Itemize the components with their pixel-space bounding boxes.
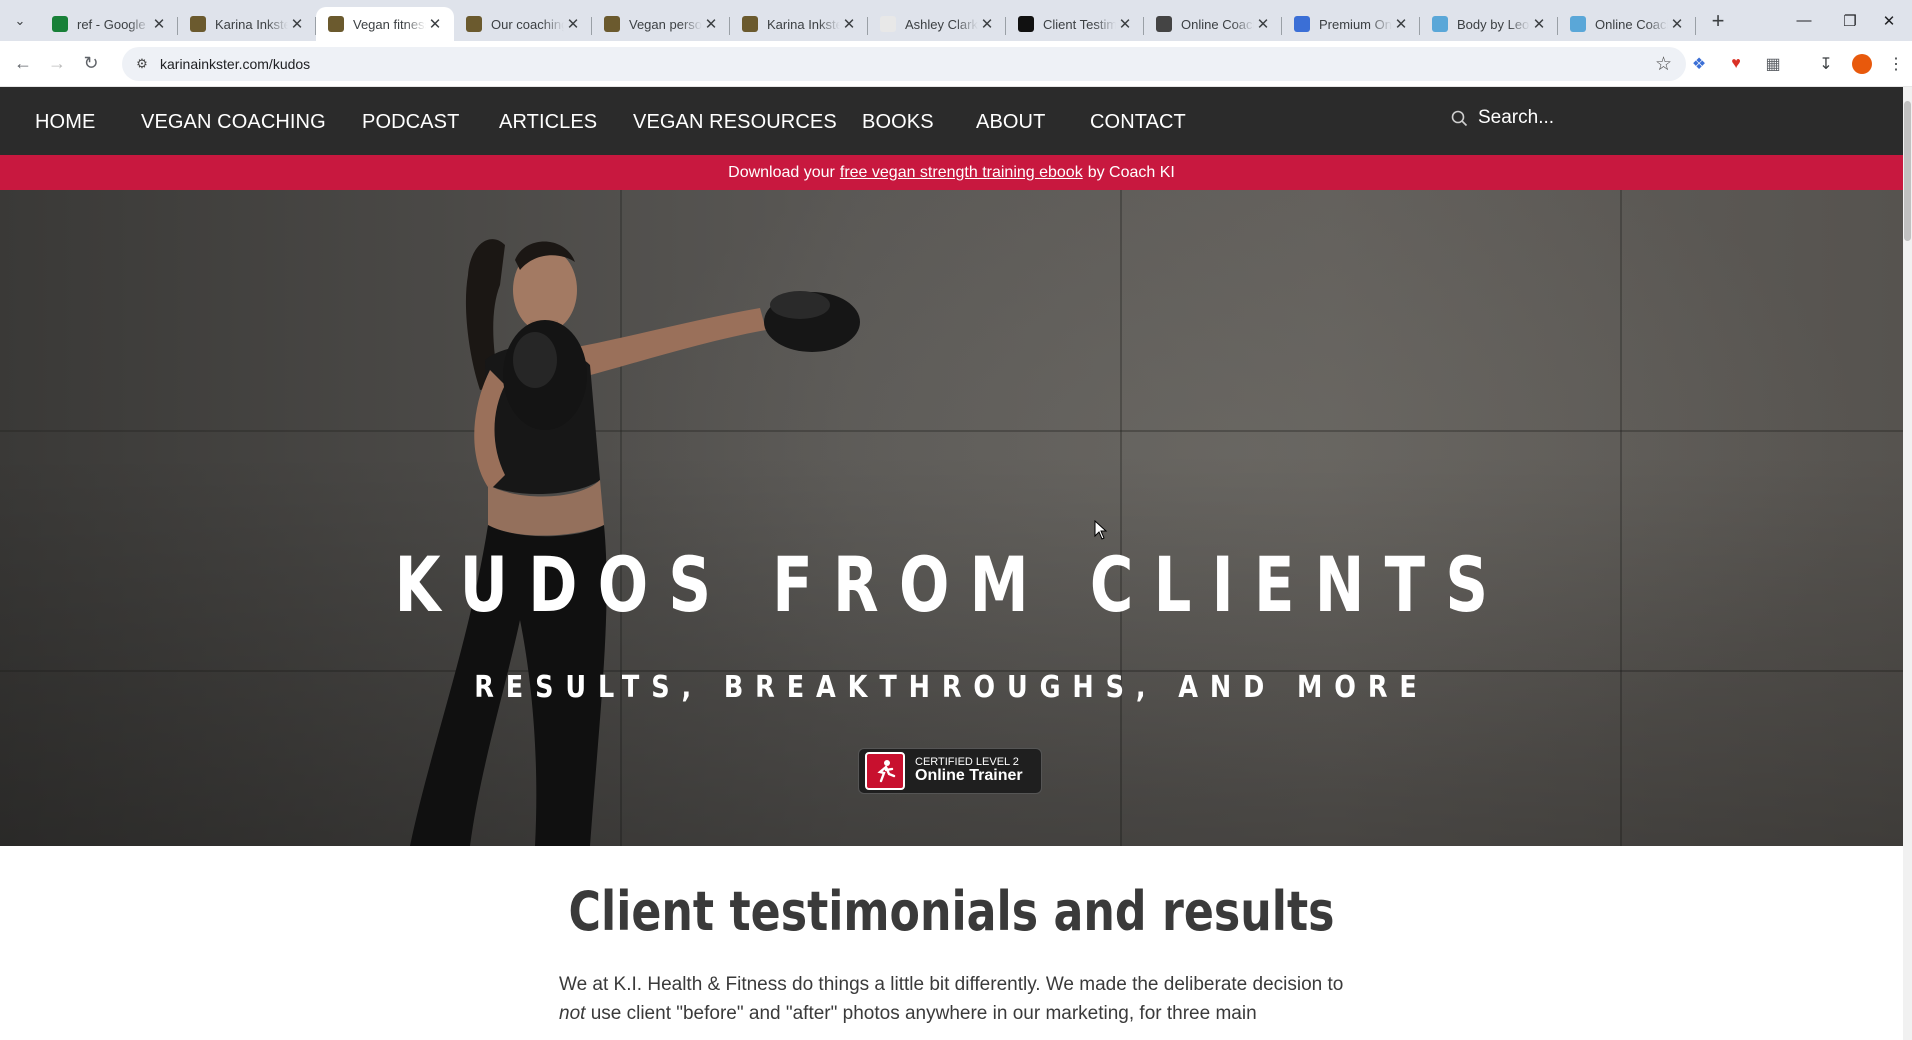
tab-favicon-icon (742, 16, 758, 32)
tab-title[interactable]: Client Testim (1043, 17, 1116, 32)
downloads-icon[interactable]: ↧ (1812, 50, 1840, 78)
site-search[interactable]: Search... (1451, 107, 1554, 129)
certification-badge[interactable]: CERTIFIED LEVEL 2 Online Trainer (858, 748, 1042, 794)
promo-banner: Download your free vegan strength traini… (0, 155, 1903, 190)
tab-close-icon[interactable]: ✕ (426, 15, 444, 33)
intro-text-2: use client "before" and "after" photos a… (585, 1003, 1257, 1024)
promo-text-after: by Coach KI (1087, 163, 1175, 181)
tab-favicon-icon (1156, 16, 1172, 32)
tab-close-icon[interactable]: ✕ (1392, 15, 1410, 33)
tab-close-icon[interactable]: ✕ (564, 15, 582, 33)
tab-favicon-icon (880, 16, 896, 32)
intro-emphasis: not (559, 1003, 586, 1024)
tab-title[interactable]: Online Coach (1595, 17, 1668, 32)
extension-globe-icon[interactable]: ❖ (1685, 50, 1713, 78)
bookmark-star-icon[interactable]: ☆ (1655, 53, 1672, 76)
tab-close-icon[interactable]: ✕ (978, 15, 996, 33)
browser-tab[interactable]: Karina Inkster ✕ (178, 7, 316, 41)
browser-tab-strip: ⌄ ref - Google Sheets✕Karina Inkster✕Veg… (0, 0, 1912, 41)
tab-close-icon[interactable]: ✕ (150, 15, 168, 33)
promo-ebook-link[interactable]: free vegan strength training ebook (840, 164, 1083, 182)
badge-title: Online Trainer (915, 767, 1023, 785)
tab-title[interactable]: Vegan personal (629, 17, 702, 32)
nav-vegan-resources[interactable]: VEGAN RESOURCES (633, 111, 837, 134)
browser-tab[interactable]: Vegan personal✕ (592, 7, 730, 41)
browser-tab[interactable]: ref - Google Sheets✕ (40, 7, 178, 41)
forward-icon[interactable]: → (40, 47, 74, 81)
tab-title[interactable]: Premium On (1319, 17, 1392, 32)
nav-vegan-coaching[interactable]: VEGAN COACHING (141, 111, 326, 134)
tab-favicon-icon (328, 16, 344, 32)
browser-tab[interactable]: Online Coach ✕ (1558, 7, 1696, 41)
browser-tab[interactable]: Ashley Clark ✕ (868, 7, 1006, 41)
tab-title[interactable]: Our coaching (491, 17, 564, 32)
search-icon (1451, 110, 1468, 126)
hero-title: KUDOS FROM CLIENTS (394, 540, 1509, 629)
profile-avatar[interactable] (1848, 50, 1876, 78)
tab-favicon-icon (466, 16, 482, 32)
tab-title[interactable]: Karina Inkster (767, 17, 840, 32)
browser-tab[interactable]: Online Coach ✕ (1144, 7, 1282, 41)
intro-text-1: We at K.I. Health & Fitness do things a … (559, 974, 1344, 995)
nav-podcast[interactable]: PODCAST (362, 111, 459, 134)
tab-favicon-icon (1432, 16, 1448, 32)
tab-favicon-icon (1294, 16, 1310, 32)
nav-articles[interactable]: ARTICLES (499, 111, 597, 134)
close-window-icon[interactable]: ✕ (1866, 0, 1912, 41)
extensions-puzzle-icon[interactable]: ▦ (1759, 50, 1787, 78)
back-icon[interactable]: ← (6, 47, 40, 81)
tab-close-icon[interactable]: ✕ (702, 15, 720, 33)
tab-favicon-icon (52, 16, 68, 32)
browser-toolbar: ← → ↻ ⚙ karinainkster.com/kudos ☆ (0, 41, 1912, 87)
address-bar[interactable]: ⚙ karinainkster.com/kudos ☆ (122, 47, 1686, 81)
browser-tab[interactable]: Karina Inkster ✕ (730, 7, 868, 41)
site-info-icon[interactable]: ⚙ (126, 56, 158, 72)
minimize-icon[interactable]: — (1781, 0, 1827, 41)
site-nav-bar: HOME VEGAN COACHING PODCAST ARTICLES VEG… (0, 87, 1903, 155)
nav-books[interactable]: BOOKS (862, 111, 934, 134)
nav-home[interactable]: HOME (35, 111, 95, 134)
intro-paragraph: We at K.I. Health & Fitness do things a … (559, 970, 1349, 1028)
scrollbar-thumb[interactable] (1904, 101, 1911, 241)
tab-title[interactable]: ref - Google Sheets (77, 17, 150, 32)
browser-tab[interactable]: Body by Leo ✕ (1420, 7, 1558, 41)
tab-title[interactable]: Online Coach (1181, 17, 1254, 32)
tab-favicon-icon (1018, 16, 1034, 32)
boxer-photo (410, 239, 860, 846)
browser-tab[interactable]: Premium On ✕ (1282, 7, 1420, 41)
nav-contact[interactable]: CONTACT (1090, 111, 1186, 134)
tab-close-icon[interactable]: ✕ (1668, 15, 1686, 33)
extension-shield-icon[interactable]: ♥ (1722, 50, 1750, 78)
section-title: Client testimonials and results (568, 880, 1335, 943)
tab-title[interactable]: Body by Leo (1457, 17, 1530, 32)
browser-menu-icon[interactable]: ⋮ (1882, 50, 1910, 78)
tab-close-icon[interactable]: ✕ (1254, 15, 1272, 33)
tab-search-chevron-icon[interactable]: ⌄ (0, 0, 40, 41)
hero-section: KUDOS FROM CLIENTS RESULTS, BREAKTHROUGH… (0, 190, 1903, 846)
tab-title[interactable]: Ashley Clark (905, 17, 978, 32)
tab-favicon-icon (190, 16, 206, 32)
running-figure-icon (865, 752, 905, 790)
browser-tab[interactable]: Vegan fitness ✕ (316, 7, 454, 41)
address-url[interactable]: karinainkster.com/kudos (160, 56, 310, 72)
promo-text-before: Download your (728, 163, 835, 181)
hero-subtitle: RESULTS, BREAKTHROUGHS, AND MORE (474, 670, 1429, 705)
nav-about[interactable]: ABOUT (976, 111, 1045, 134)
tab-title[interactable]: Karina Inkster (215, 17, 288, 32)
reload-icon[interactable]: ↻ (74, 47, 108, 81)
tab-close-icon[interactable]: ✕ (1530, 15, 1548, 33)
mouse-cursor-icon (1094, 520, 1108, 540)
tab-close-icon[interactable]: ✕ (1116, 15, 1134, 33)
page-scrollbar[interactable] (1903, 87, 1912, 1040)
browser-tab[interactable]: Client Testim ✕ (1006, 7, 1144, 41)
tab-favicon-icon (1570, 16, 1586, 32)
tab-list: ref - Google Sheets✕Karina Inkster✕Vegan… (40, 0, 1696, 41)
browser-tab[interactable]: Our coaching ✕ (454, 7, 592, 41)
search-placeholder[interactable]: Search... (1478, 107, 1554, 129)
tab-close-icon[interactable]: ✕ (840, 15, 858, 33)
tab-close-icon[interactable]: ✕ (288, 15, 306, 33)
tab-title[interactable]: Vegan fitness (353, 17, 426, 32)
tab-favicon-icon (604, 16, 620, 32)
new-tab-button[interactable]: + (1702, 8, 1734, 34)
